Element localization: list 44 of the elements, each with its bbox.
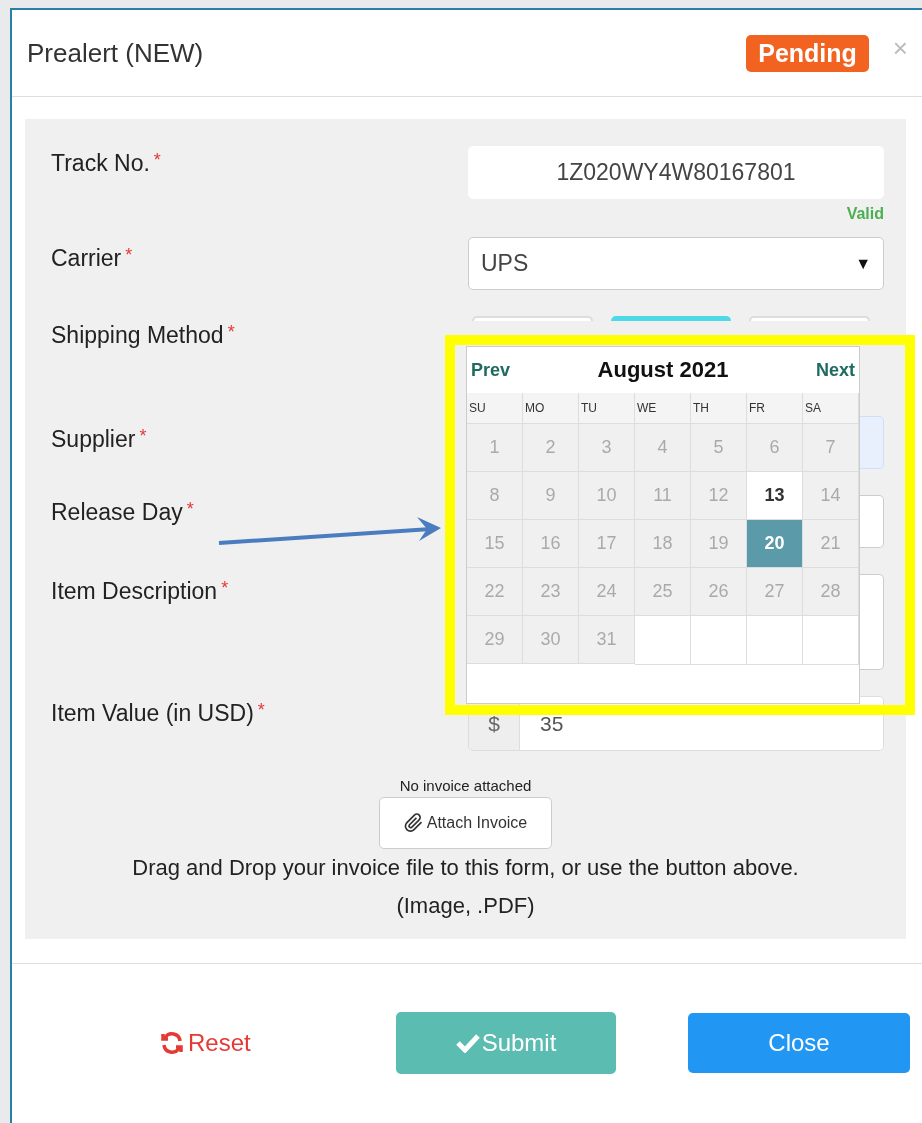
track-number-field[interactable]: 1Z020WY4W80167801 (468, 146, 884, 199)
calendar-cell (691, 616, 747, 665)
invoice-status: No invoice attached (399, 777, 532, 794)
prev-link[interactable]: Prev (471, 359, 511, 381)
carrier-select[interactable]: UPS ▼ (468, 237, 884, 290)
supplier-field[interactable] (860, 416, 884, 469)
field-label: Item Value (in USD) * (51, 699, 266, 728)
shipping-option[interactable] (610, 316, 732, 321)
month-title: August 2021 (597, 357, 729, 383)
format-hint: (Image, .PDF) (396, 892, 535, 920)
weekday-label: TH (691, 393, 747, 424)
field-label: Shipping Method * (51, 321, 236, 350)
drop-hint: Drag and Drop your invoice file to this form, or use the button above. (132, 854, 799, 882)
description-field[interactable] (860, 574, 884, 670)
field-label: Supplier * (51, 425, 148, 454)
shipping-option[interactable] (749, 316, 870, 321)
reset-button[interactable]: Reset (160, 1029, 396, 1057)
refresh-icon (160, 1031, 184, 1055)
next-link[interactable]: Next (815, 359, 855, 381)
date-field[interactable] (860, 495, 884, 548)
weekday-label: FR (747, 393, 803, 424)
validation-text: Valid (846, 205, 884, 223)
submit-button[interactable]: Submit (396, 1012, 616, 1074)
calendar-day[interactable]: 13 (747, 472, 803, 520)
weekday-label: WE (635, 393, 691, 424)
attach-invoice-button[interactable]: Attach Invoice (378, 797, 553, 849)
calendar-day[interactable]: 20 (747, 520, 803, 568)
checkmark-icon (455, 1033, 480, 1053)
field-label: Item Description * (51, 577, 230, 606)
field-label: Carrier * (51, 244, 134, 273)
status-badge: Pending (746, 34, 869, 72)
weekday-label: SA (803, 393, 859, 424)
field-label: Release Day * (51, 498, 195, 527)
weekday-label: SU (467, 393, 523, 424)
close-button[interactable]: Close (688, 1013, 910, 1073)
weekday-label: TU (579, 393, 635, 424)
weekday-label: MO (523, 393, 579, 424)
shipping-option[interactable] (472, 316, 593, 321)
dialog-title: Prealert (NEW) (27, 37, 205, 69)
close-button[interactable]: × (892, 32, 908, 64)
calendar-cell (747, 616, 803, 665)
field-label: Track No. * (51, 149, 162, 178)
calendar-cell (635, 616, 691, 665)
paperclip-icon (403, 813, 424, 833)
